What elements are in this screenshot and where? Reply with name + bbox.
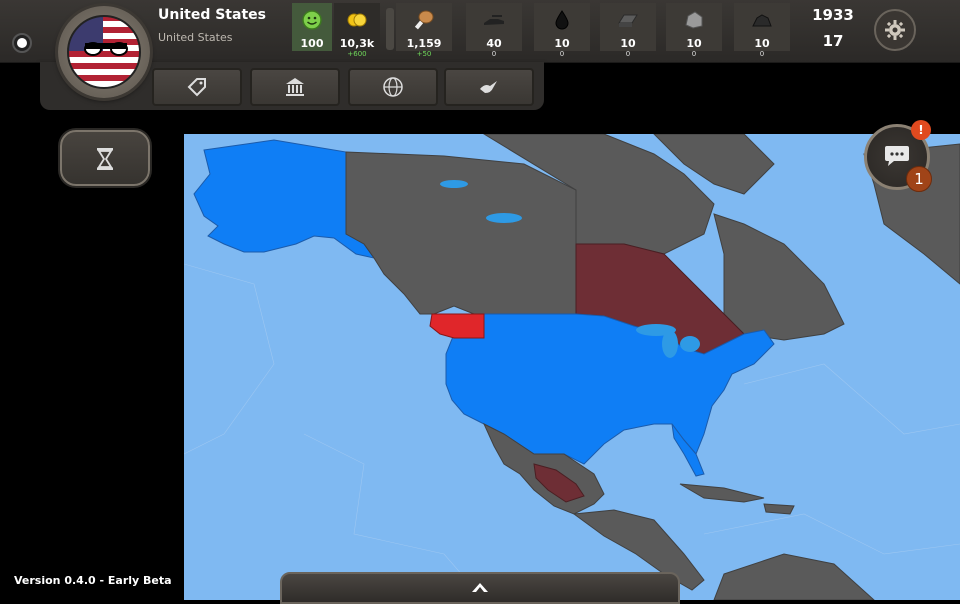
government-building-icon: [286, 78, 304, 96]
trade-button[interactable]: [152, 68, 242, 106]
globe-emblem-icon: [383, 77, 403, 97]
resource-gold[interactable]: 10,3k +600: [334, 3, 380, 59]
gold-value: 10,3k: [339, 37, 375, 50]
hourglass-icon: [97, 148, 113, 170]
resource-food[interactable]: 1,159 +50: [396, 3, 452, 59]
resource-happiness[interactable]: 100: [292, 3, 332, 59]
food-value: 1,159: [406, 37, 442, 50]
chat-alert-badge: !: [911, 120, 931, 140]
gear-icon: [885, 20, 905, 40]
stone-value: 10: [686, 37, 702, 50]
country-subtitle: United States: [158, 31, 233, 44]
military-delta: 0: [491, 50, 497, 58]
settings-button[interactable]: [874, 9, 916, 51]
food-delta: +50: [416, 50, 432, 58]
resource-separator: [386, 8, 394, 50]
oil-delta: 0: [559, 50, 565, 58]
country-flag-button[interactable]: [58, 6, 150, 98]
game-year: 1933: [812, 6, 854, 24]
resource-coal[interactable]: 10 0: [734, 3, 790, 59]
chevron-up-icon: [472, 583, 488, 592]
bottom-drawer-toggle[interactable]: [280, 572, 680, 604]
coal-icon: [752, 14, 772, 27]
diplomacy-button[interactable]: [348, 68, 438, 106]
steel-delta: 0: [625, 50, 631, 58]
end-turn-button[interactable]: [60, 130, 150, 186]
resource-stone[interactable]: 10 0: [666, 3, 722, 59]
connection-status-icon[interactable]: [12, 33, 32, 53]
gold-coins-icon: [347, 13, 367, 27]
version-label: Version 0.4.0 - Early Beta: [14, 574, 172, 587]
stone-icon: [685, 11, 703, 29]
resource-military[interactable]: 40 0: [466, 3, 522, 59]
food-drumstick-icon: [414, 10, 434, 30]
territory-hispaniola[interactable]: [763, 503, 795, 515]
gold-delta: +600: [347, 50, 367, 58]
peace-button[interactable]: [444, 68, 534, 106]
coal-value: 10: [754, 37, 770, 50]
steel-ingot-icon: [618, 14, 638, 27]
chat-count-badge: 1: [906, 166, 932, 192]
oil-value: 10: [554, 37, 570, 50]
military-value: 40: [486, 37, 502, 50]
stone-delta: 0: [691, 50, 697, 58]
government-button[interactable]: [250, 68, 340, 106]
military-units-icon: [484, 15, 504, 25]
resource-steel[interactable]: 10 0: [600, 3, 656, 59]
peace-dove-icon: [480, 81, 497, 93]
coal-delta: 0: [759, 50, 765, 58]
happiness-value: 100: [300, 37, 324, 50]
game-turn: 17: [822, 32, 844, 50]
smiley-icon: [302, 10, 322, 30]
us-flag-countryball-icon: [67, 15, 141, 89]
tag-icon: [187, 78, 206, 97]
steel-value: 10: [620, 37, 636, 50]
oil-drop-icon: [555, 10, 569, 30]
country-name: United States: [158, 7, 266, 23]
world-map[interactable]: [184, 134, 960, 600]
resource-oil[interactable]: 10 0: [534, 3, 590, 59]
chat-bubble-icon: [885, 146, 909, 166]
